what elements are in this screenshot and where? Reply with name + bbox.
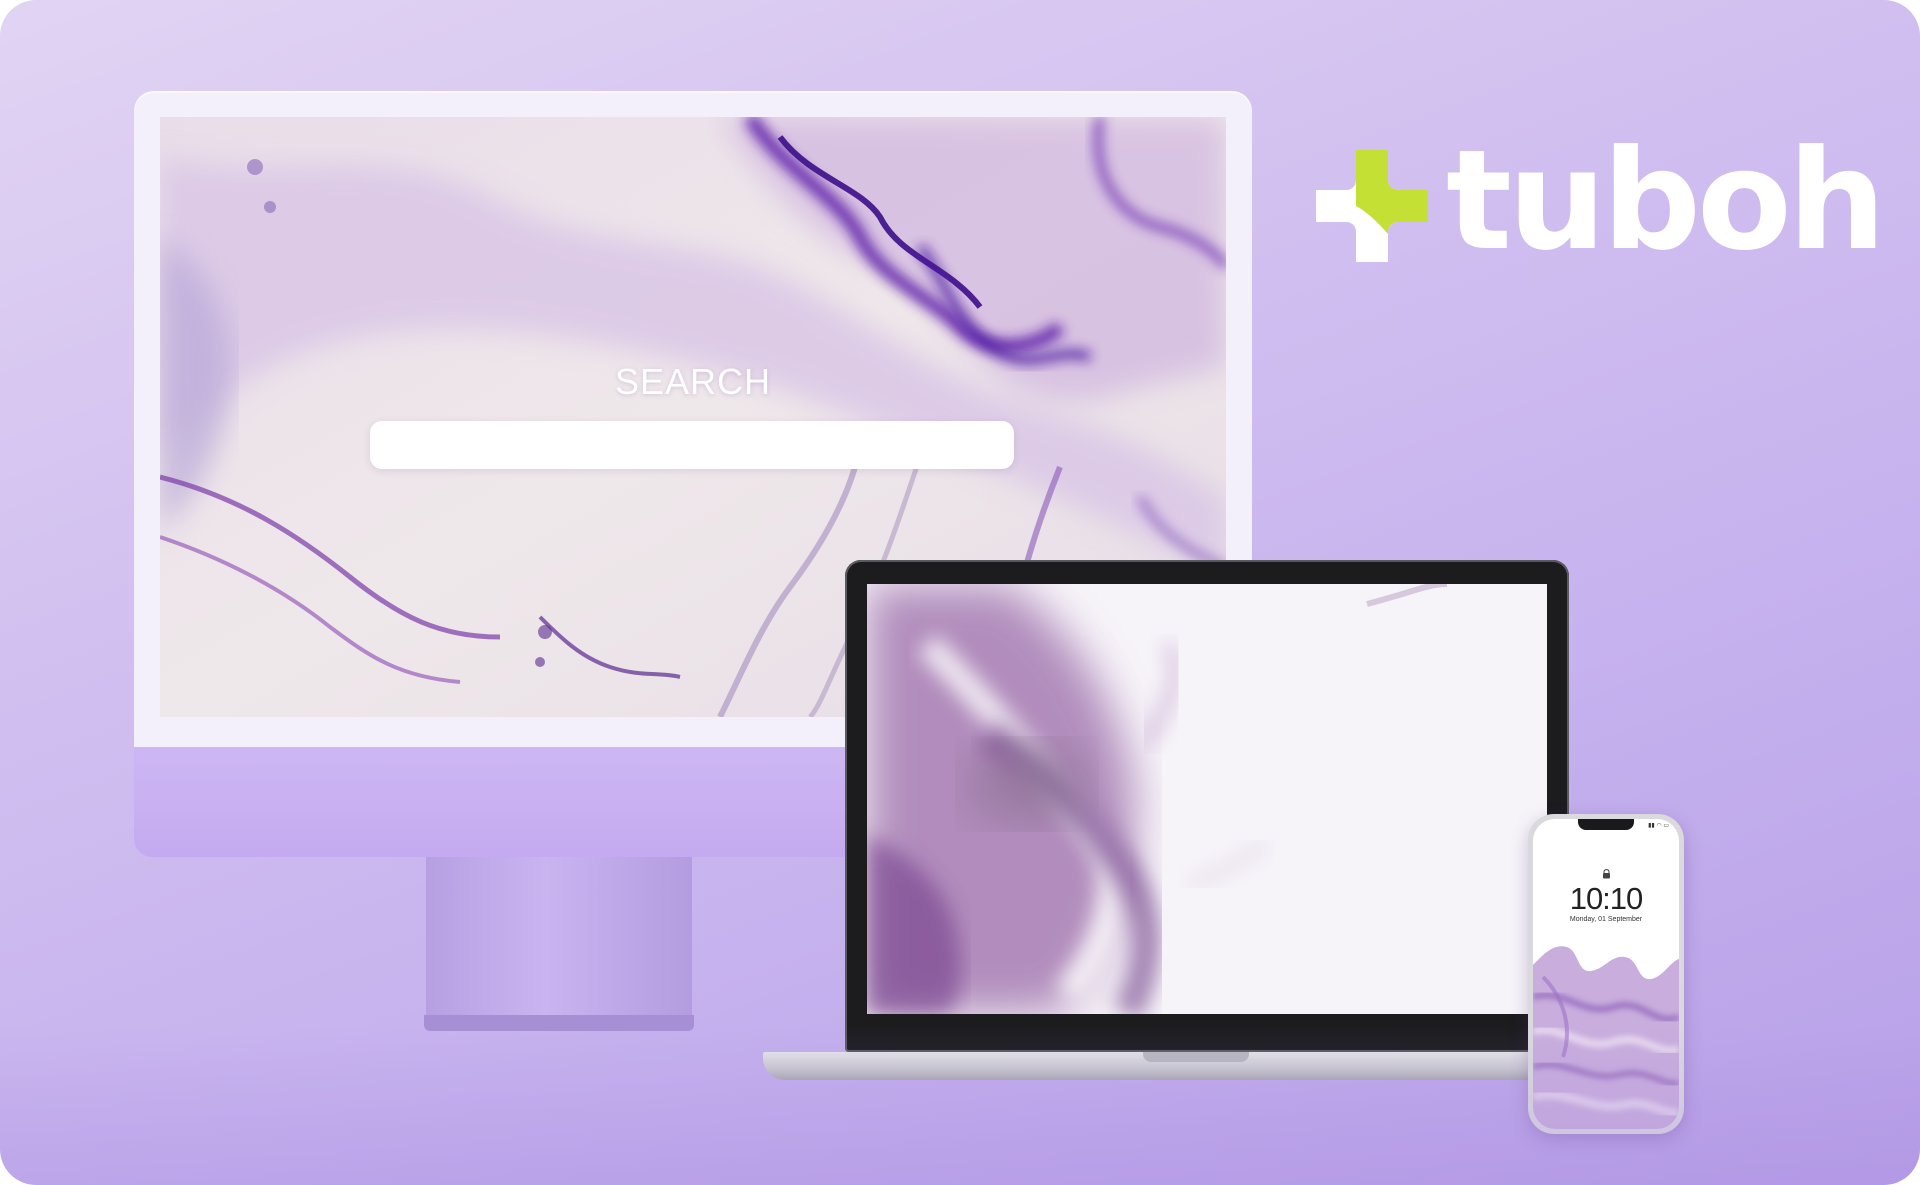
phone-lock-screen: ▮▮ ◠ ▭ 10:10 Monday, 01 September xyxy=(1533,819,1679,1129)
signal-icon: ▮▮ xyxy=(1648,823,1655,829)
smartphone: ▮▮ ◠ ▭ 10:10 Monday, 01 September xyxy=(1528,814,1684,1134)
tuboh-logo: tuboh xyxy=(1316,132,1886,270)
phone-status-bar: ▮▮ ◠ ▭ xyxy=(1648,822,1669,829)
wifi-icon: ◠ xyxy=(1656,823,1662,829)
laptop-lid xyxy=(845,560,1569,1052)
monitor-stand xyxy=(426,857,692,1017)
tuboh-cross-icon xyxy=(1316,150,1428,262)
battery-icon: ▭ xyxy=(1663,823,1669,829)
brand-wordmark: tuboh xyxy=(1446,120,1886,281)
laptop-screen xyxy=(867,584,1547,1014)
fluid-wallpaper xyxy=(867,584,1547,1014)
phone-marble-wallpaper xyxy=(1533,946,1679,1129)
laptop xyxy=(763,560,1628,1090)
showcase-canvas: tuboh SEARCH ▮▮ ◠ ▭ 10:10 Monday, 01 Sep… xyxy=(0,0,1920,1185)
lock-screen-time: 10:10 xyxy=(1569,881,1644,916)
monitor-foot xyxy=(424,1015,694,1031)
lock-screen-date: Monday, 01 September xyxy=(1569,916,1643,923)
phone-notch xyxy=(1578,819,1634,830)
lock-icon xyxy=(1603,869,1610,879)
laptop-opening-notch xyxy=(1143,1052,1249,1062)
search-heading: SEARCH xyxy=(614,361,772,402)
search-input[interactable] xyxy=(370,421,1014,469)
